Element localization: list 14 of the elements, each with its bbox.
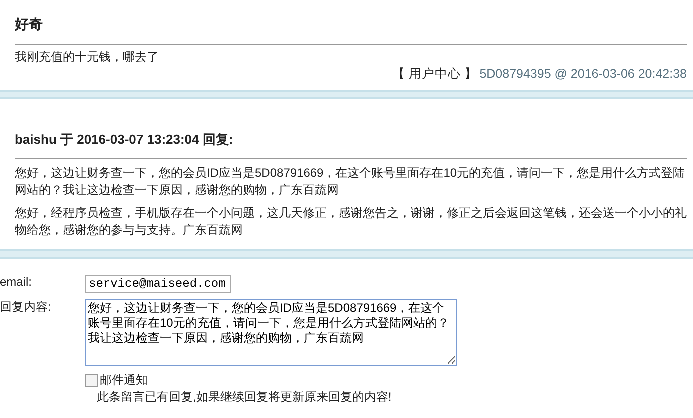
reply-heading: baishu 于 2016-03-07 13:23:04 回复: bbox=[15, 131, 234, 149]
email-field[interactable]: service@maiseed.com bbox=[85, 275, 231, 293]
question-meta: 5D08794395 @ 2016-03-06 20:42:38 bbox=[480, 66, 687, 82]
question-text: 我刚充值的十元钱，哪去了 bbox=[15, 49, 160, 66]
notify-label: 邮件通知 bbox=[100, 372, 148, 389]
reply-text: 您好，经程序员检查，手机版存在一个小问题，这几天修正，感谢您告之，谢谢，修正之后会返回这笔钱，还会送一个小小的礼物给您，感谢您的参与与支持。广东百蔬网 bbox=[15, 205, 687, 239]
source-label: 【 用户中心 】 bbox=[392, 66, 478, 82]
question-title: 好奇 bbox=[15, 15, 44, 34]
email-label: email: bbox=[0, 275, 34, 291]
reply-field[interactable]: 您好，这边让财务查一下，您的会员ID应当是5D08791669，在这个账号里面存在10元的充值，请问一下，您是用什么方式登陆网站的？我让这边检查一下原因，感谢您的购物，广东百蔬网 bbox=[85, 299, 457, 366]
notice-text: 此条留言已有回复,如果继续回复将更新原来回复的内容! bbox=[96, 389, 393, 406]
reply-text: 您好，这边让财务查一下，您的会员ID应当是5D08791669，在这个账号里面存在10元的充值，请问一下，您是用什么方式登陆网站的？我让这边检查一下原因，感谢您的购物，广东百蔬网 bbox=[15, 165, 686, 199]
notify-checkbox[interactable] bbox=[85, 374, 98, 387]
reply-label: 回复内容: bbox=[0, 299, 52, 316]
